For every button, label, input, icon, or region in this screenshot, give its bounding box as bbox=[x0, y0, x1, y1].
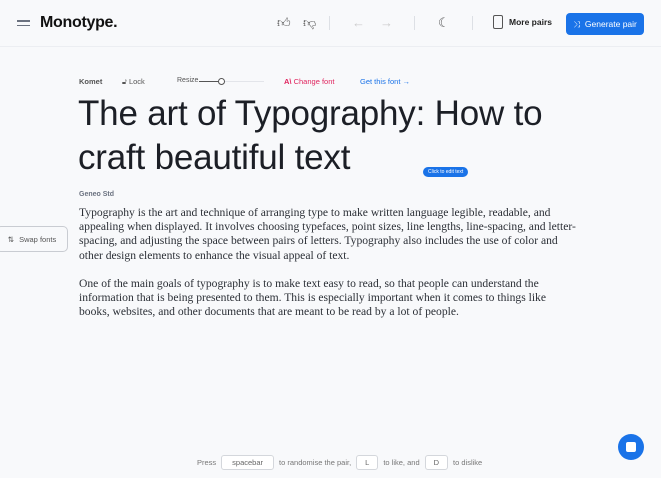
slider-handle[interactable] bbox=[218, 78, 225, 85]
thumbs-down-icon[interactable]: 👎︎ bbox=[303, 15, 316, 31]
paragraph: One of the main goals of typography is t… bbox=[79, 276, 546, 319]
change-font-label: Change font bbox=[293, 77, 335, 86]
keyboard-hint: Press spacebar to randomise the pair, L … bbox=[197, 455, 482, 470]
hint-text: to like, and bbox=[383, 458, 420, 467]
body-font-name: Geneo Std bbox=[79, 191, 115, 198]
swap-icon: ⇅ bbox=[7, 234, 15, 244]
edit-hint-badge: Click to edit text bbox=[423, 167, 469, 177]
divider bbox=[414, 16, 415, 30]
heading-font-name: Komet bbox=[79, 77, 103, 86]
hint-text: Press bbox=[197, 458, 217, 467]
resize-slider[interactable] bbox=[199, 78, 264, 85]
thumbs-up-icon[interactable]: 👍︎ bbox=[277, 15, 291, 31]
header: Monotype. 👍︎ 👎︎ ← → ☾ More pairs ⤨ Genera… bbox=[0, 0, 661, 47]
more-pairs-label: More pairs bbox=[509, 17, 552, 27]
shuffle-icon: ⤨ bbox=[573, 18, 580, 29]
hint-text: to randomise the pair, bbox=[279, 458, 352, 467]
forward-arrow-icon[interactable]: → bbox=[380, 15, 393, 30]
divider bbox=[329, 16, 330, 30]
lock-label: Lock bbox=[128, 77, 145, 86]
change-font-button[interactable]: A\ Change font bbox=[284, 77, 334, 86]
lock-icon: 🔓︎ bbox=[122, 77, 127, 86]
get-font-link[interactable]: Get this font → bbox=[360, 77, 410, 86]
l-key: L bbox=[356, 455, 379, 470]
font-icon: A\ bbox=[284, 77, 292, 86]
d-key: D bbox=[424, 455, 449, 470]
moon-icon[interactable]: ☾ bbox=[438, 15, 450, 31]
resize-label: Resize bbox=[177, 77, 199, 84]
back-arrow-icon[interactable]: ← bbox=[352, 15, 365, 30]
swap-label: Swap fonts bbox=[19, 234, 57, 244]
logo[interactable]: Monotype. bbox=[40, 14, 118, 32]
spacebar-key: spacebar bbox=[221, 455, 275, 470]
lock-button[interactable]: 🔓︎ Lock bbox=[122, 77, 145, 87]
menu-icon[interactable] bbox=[17, 20, 30, 29]
more-pairs-button[interactable]: More pairs bbox=[493, 15, 552, 29]
swap-fonts-button[interactable]: ⇅ Swap fonts bbox=[0, 226, 68, 252]
divider bbox=[472, 16, 473, 30]
body-text[interactable]: Typography is the art and technique of a… bbox=[79, 206, 579, 333]
heading-text[interactable]: The art of Typography: How to craft beau… bbox=[78, 92, 598, 180]
paragraph: Typography is the art and technique of a… bbox=[79, 206, 576, 262]
generate-pair-button[interactable]: ⤨ Generate pair bbox=[566, 13, 644, 35]
generate-label: Generate pair bbox=[584, 19, 637, 29]
cards-icon bbox=[493, 15, 503, 29]
hint-text: to dislike bbox=[453, 458, 483, 467]
chat-icon bbox=[626, 442, 636, 452]
chat-button[interactable] bbox=[618, 434, 644, 460]
